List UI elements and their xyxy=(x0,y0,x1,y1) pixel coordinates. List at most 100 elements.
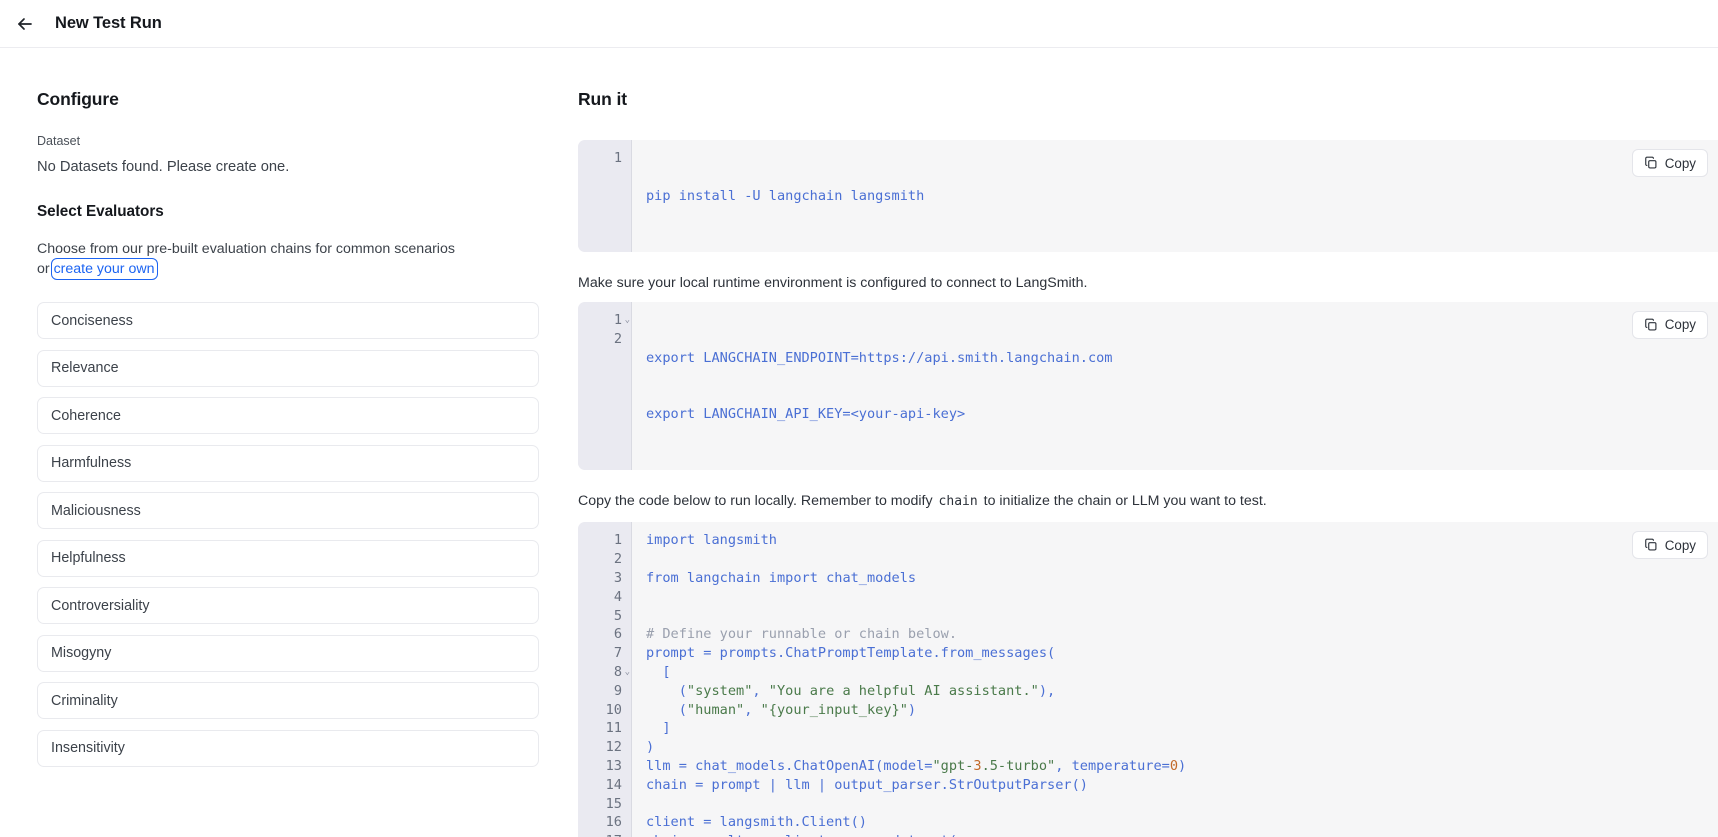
line-number-text: 4 xyxy=(613,588,622,605)
copy-label: Copy xyxy=(1664,155,1696,171)
line-number-text: 13 xyxy=(605,757,622,774)
code-text: pip install -U langchain langsmith xyxy=(646,187,925,204)
env-paragraph: Make sure your local runtime environment… xyxy=(578,274,1088,291)
line-number-text: 16 xyxy=(605,814,622,831)
evaluator-item[interactable]: Criminality xyxy=(37,682,539,720)
code-line: pip install -U langchain langsmith xyxy=(646,187,1718,206)
line-number: 3 xyxy=(578,569,631,588)
line-number: 10 xyxy=(578,701,631,720)
code-content[interactable]: export LANGCHAIN_ENDPOINT=https://api.sm… xyxy=(632,302,1718,470)
line-number: 1 ⌄ xyxy=(578,311,631,330)
evaluator-label: Harmfulness xyxy=(51,455,132,472)
copy-button[interactable]: Copy xyxy=(1631,310,1708,339)
copy-label: Copy xyxy=(1664,317,1696,333)
line-number-text: 1 xyxy=(613,311,622,328)
line-number: 7 xyxy=(578,644,631,663)
code-text: export LANGCHAIN_API_KEY=<your-api-key> xyxy=(646,405,966,422)
code-line: chain_results = client.run_on_dataset( xyxy=(646,832,1718,837)
line-number-text: 12 xyxy=(605,739,622,756)
back-button[interactable] xyxy=(15,14,35,34)
evaluator-label: Helpfulness xyxy=(51,550,126,567)
evaluator-label: Criminality xyxy=(51,692,118,709)
code-line: ] xyxy=(646,720,671,737)
evaluator-label: Conciseness xyxy=(51,312,133,329)
copy-label: Copy xyxy=(1664,537,1696,553)
evaluator-item[interactable]: Maliciousness xyxy=(37,492,539,530)
chevron-down-icon[interactable]: ⌄ xyxy=(625,667,630,677)
evaluator-item[interactable]: Insensitivity xyxy=(37,729,539,767)
line-number-text: 1 xyxy=(613,532,622,549)
line-number-text: 9 xyxy=(613,682,622,699)
line-number: 2 xyxy=(578,550,631,569)
code-paragraph: Copy the code below to run locally. Reme… xyxy=(578,491,1718,512)
line-number-text: 6 xyxy=(613,626,622,643)
code-gutter: 1 xyxy=(578,140,632,252)
line-number-text: 17 xyxy=(606,833,622,837)
code-line: ("system", "You are a helpful AI assista… xyxy=(646,682,1056,699)
line-number: 2 xyxy=(613,330,622,347)
evaluator-label: Relevance xyxy=(51,360,119,377)
evaluator-label: Coherence xyxy=(51,407,121,424)
page-title: New Test Run xyxy=(55,14,162,32)
code-content[interactable]: pip install -U langchain langsmith xyxy=(632,140,1718,252)
code-line: chain = prompt | llm | output_parser.Str… xyxy=(646,776,1088,793)
dataset-empty-message: No Datasets found. Please create one. xyxy=(37,159,290,175)
line-number: 6 xyxy=(578,625,631,644)
code-line: export LANGCHAIN_ENDPOINT=https://api.sm… xyxy=(646,349,1718,368)
code-content[interactable]: import langsmith from langchain import c… xyxy=(632,522,1718,837)
runit-panel: Run it 1 pip install -U langchain langsm… xyxy=(578,89,1718,837)
line-number-text: 15 xyxy=(605,795,622,812)
line-number: 11 xyxy=(578,719,631,738)
line-number: 1 xyxy=(613,150,622,166)
line-number-text: 14 xyxy=(605,776,622,793)
copy-button[interactable]: Copy xyxy=(1631,531,1708,560)
code-line: llm = chat_models.ChatOpenAI(model="gpt-… xyxy=(646,757,1187,774)
create-your-own-link[interactable]: create your own xyxy=(50,258,158,281)
code-line: client = langsmith.Client() xyxy=(646,814,867,831)
evaluator-label: Misogyny xyxy=(51,645,112,662)
copy-icon xyxy=(1644,156,1658,170)
line-number-text: 2 xyxy=(613,551,622,568)
code-line: import langsmith xyxy=(646,532,777,549)
evaluator-label: Insensitivity xyxy=(51,740,125,757)
code-line: ("human", "{your_input_key}") xyxy=(646,701,917,718)
code-paragraph-suffix: to initialize the chain or LLM you want … xyxy=(979,493,1267,510)
evaluator-label: Controversiality xyxy=(51,597,150,614)
dataset-label: Dataset xyxy=(37,134,81,148)
copy-button[interactable]: Copy xyxy=(1631,149,1708,177)
page-body: Configure Dataset No Datasets found. Ple… xyxy=(0,48,1718,837)
evaluator-item[interactable]: Controversiality xyxy=(37,587,539,625)
inline-code-chain: chain xyxy=(938,494,978,510)
line-number: 15 xyxy=(578,795,631,814)
configure-title: Configure xyxy=(37,89,119,109)
code-line: from langchain import chat_models xyxy=(646,569,917,586)
line-number: 5 xyxy=(578,607,631,626)
evaluator-item[interactable]: Coherence xyxy=(37,397,539,435)
code-block-env: 1 ⌄ 2 export LANGCHAIN_ENDPOINT=https://a… xyxy=(578,301,1718,471)
evaluator-item[interactable]: Relevance xyxy=(37,349,539,387)
line-number-text: 3 xyxy=(613,569,622,586)
evaluator-label: Maliciousness xyxy=(51,502,141,519)
evaluator-item[interactable]: Conciseness xyxy=(37,302,539,340)
code-line: export LANGCHAIN_API_KEY=<your-api-key> xyxy=(646,405,1718,424)
copy-icon xyxy=(1644,318,1658,332)
code-line: # Define your runnable or chain below. xyxy=(646,626,957,643)
line-number-text: 5 xyxy=(613,607,622,624)
configure-panel: Configure Dataset No Datasets found. Ple… xyxy=(0,89,578,767)
evaluator-item[interactable]: Misogyny xyxy=(37,634,539,672)
code-gutter: 1 ⌄ 2 xyxy=(578,301,632,471)
line-number-text: 7 xyxy=(613,645,622,662)
line-number: 16 xyxy=(578,813,631,832)
evaluator-item[interactable]: Harmfulness xyxy=(37,444,539,482)
line-number: 17 xyxy=(578,832,631,837)
code-block-main: 12345678⌄91011121314151617181920212223 i… xyxy=(578,522,1718,837)
evaluator-item[interactable]: Helpfulness xyxy=(37,539,539,577)
line-number: 8 ⌄ xyxy=(578,663,631,682)
line-number: 13 xyxy=(578,757,631,776)
line-number: 1 xyxy=(578,531,631,550)
chevron-down-icon[interactable]: ⌄ xyxy=(625,315,630,325)
